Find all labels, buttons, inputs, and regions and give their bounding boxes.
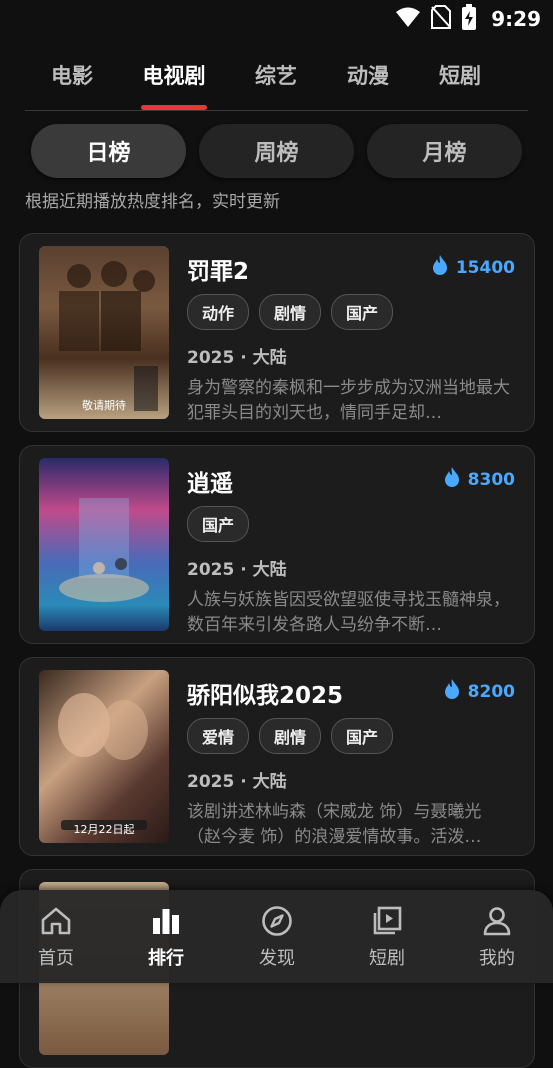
year-region: 2025 · 大陆 [187,348,287,368]
genre-tag[interactable]: 爱情 [187,718,250,754]
status-icons: 9:29 [395,4,541,34]
tab-variety[interactable]: 综艺 [255,60,297,90]
show-description: 人族与妖族皆因受欲望驱使寻找玉髓神泉，数百年来引发各路人马纷争不断… [187,590,510,635]
poster-caption: 敬请期待 [82,399,126,412]
wifi-icon [395,6,421,32]
show-card[interactable]: 逍遥 8300 国产 2025 · 大陆 人族与妖族皆因受欲望驱使寻找玉髓神泉，… [19,445,535,644]
poster-caption: 12月22日起 [73,823,135,836]
show-title: 逍遥 [187,471,233,497]
year-region: 2025 · 大陆 [187,560,287,580]
poster-image: 12月22日起 [39,670,169,843]
nav-discover[interactable]: 发现 [232,904,322,970]
active-tab-indicator [141,105,207,110]
show-title: 罚罪2 [187,259,250,285]
battery-charging-icon [461,4,477,34]
tag-list: 国产 [187,506,250,542]
genre-tag[interactable]: 国产 [331,718,394,754]
rank-tab-weekly[interactable]: 周榜 [199,124,354,178]
rank-tabs: 日榜 周榜 月榜 [31,124,522,178]
heat-value: 8200 [467,681,515,702]
genre-tag[interactable]: 国产 [187,506,250,542]
poster-image: 敬请期待 [39,246,169,419]
genre-tag[interactable]: 剧情 [259,294,322,330]
tab-short-drama[interactable]: 短剧 [439,60,481,90]
no-sim-icon [431,5,452,33]
video-icon [373,906,402,935]
show-description: 身为警察的秦枫和一步步成为汉洲当地最大犯罪头目的刘天也，情同手足却… [187,378,510,423]
heat-value: 8300 [467,469,515,490]
genre-tag[interactable]: 国产 [331,294,394,330]
profile-icon [483,907,511,936]
tag-list: 动作 剧情 国产 [187,294,394,330]
tab-tv-series[interactable]: 电视剧 [143,60,206,90]
bottom-navigation: 首页 排行 发现 短剧 我的 [0,890,553,983]
tab-movie[interactable]: 电影 [51,60,93,90]
nav-label: 短剧 [369,948,405,969]
ranking-icon [153,909,179,934]
category-tabs: 电影 电视剧 综艺 动漫 短剧 [25,52,528,111]
heat-score: 15400 [432,255,515,280]
compass-icon [262,906,292,936]
heat-score: 8300 [444,467,515,492]
show-title: 骄阳似我2025 [187,683,344,709]
heat-value: 15400 [455,257,515,278]
genre-tag[interactable]: 动作 [187,294,250,330]
nav-profile[interactable]: 我的 [452,904,542,970]
ranking-subtitle: 根据近期播放热度排名，实时更新 [25,192,280,212]
nav-label: 排行 [148,948,184,969]
nav-label: 我的 [479,948,515,969]
status-bar: 9:29 [0,0,553,38]
tab-anime[interactable]: 动漫 [347,60,389,90]
heat-score: 8200 [444,679,515,704]
nav-label: 首页 [38,948,74,969]
home-icon [41,907,71,935]
show-description: 该剧讲述林屿森（宋威龙 饰）与聂曦光（赵今麦 饰）的浪漫爱情故事。活泼… [187,802,482,847]
show-card[interactable]: 敬请期待 罚罪2 15400 动作 剧情 国产 2025 · 大陆 身为警察的秦… [19,233,535,432]
fire-icon [444,467,460,492]
rank-tab-daily[interactable]: 日榜 [31,124,186,178]
nav-ranking[interactable]: 排行 [121,904,211,970]
nav-home[interactable]: 首页 [11,904,101,970]
nav-label: 发现 [259,948,295,969]
status-time: 9:29 [491,7,541,31]
nav-short-drama[interactable]: 短剧 [342,904,432,970]
fire-icon [432,255,448,280]
tag-list: 爱情 剧情 国产 [187,718,394,754]
fire-icon [444,679,460,704]
genre-tag[interactable]: 剧情 [259,718,322,754]
rank-tab-monthly[interactable]: 月榜 [367,124,522,178]
poster-image [39,458,169,631]
show-card[interactable]: 12月22日起 骄阳似我2025 8200 爱情 剧情 国产 2025 · 大陆… [19,657,535,856]
year-region: 2025 · 大陆 [187,772,287,792]
